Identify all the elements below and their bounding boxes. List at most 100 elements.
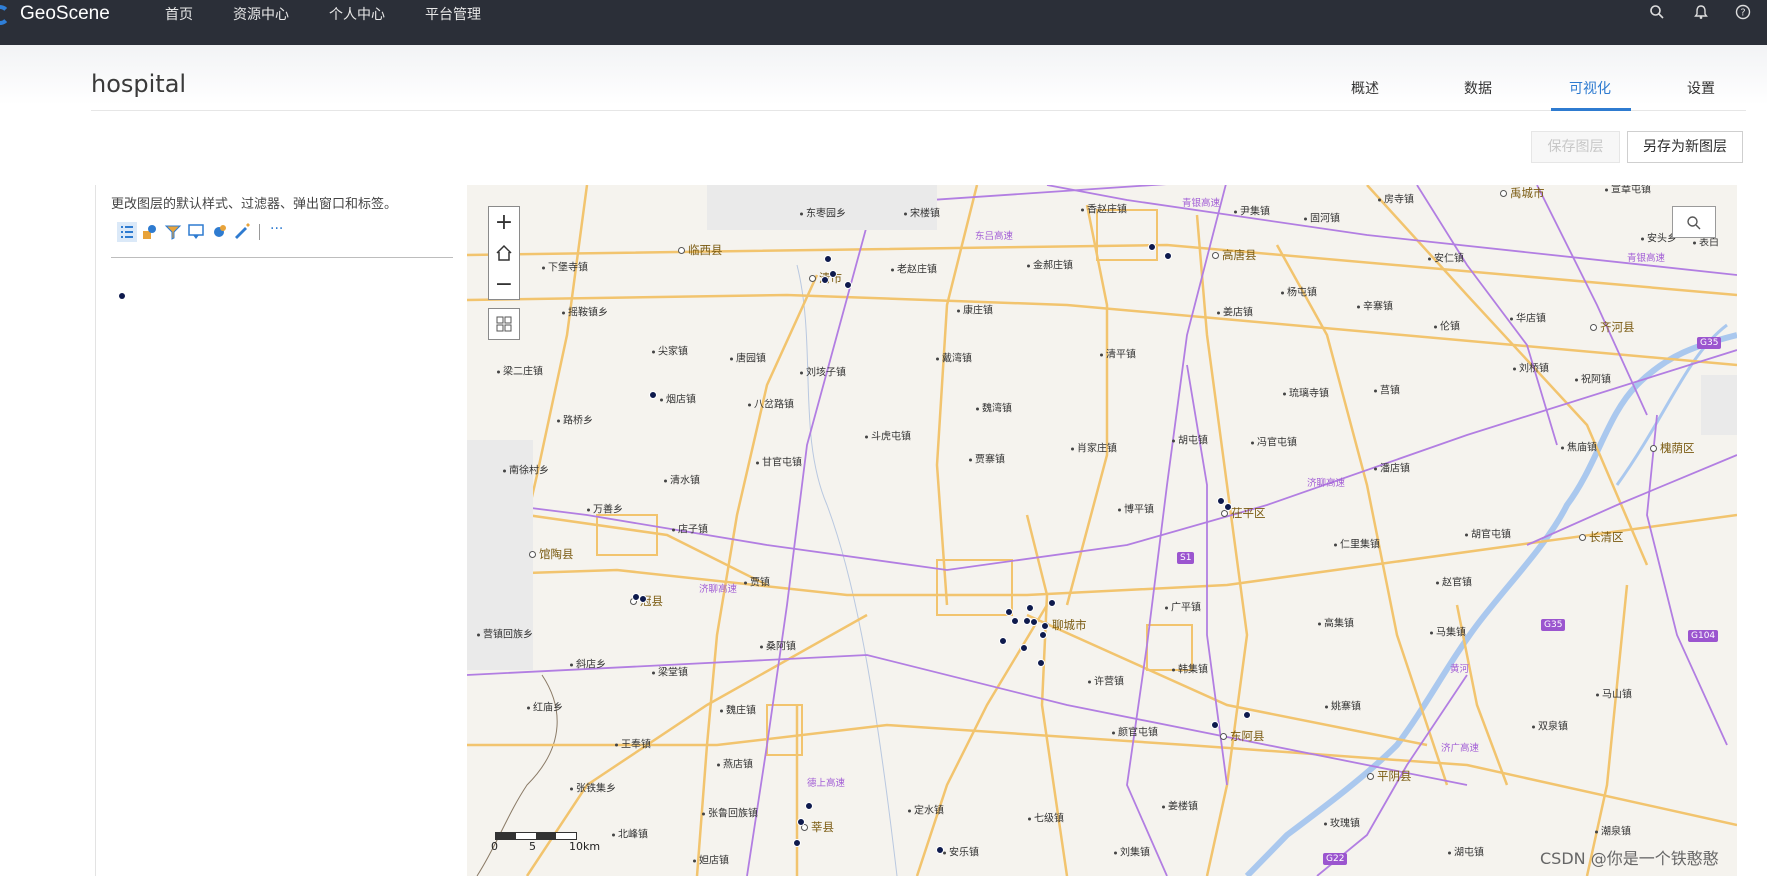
map-place-label: 杨屯镇 xyxy=(1281,284,1317,299)
hospital-point[interactable] xyxy=(805,802,813,810)
map-view[interactable]: 东枣园乡 宋楼镇 香赵庄镇 尹集镇 固河镇 房寺镇 禹城市 宣章屯镇 临西县 下堡寺镇 清市 老赵庄镇… xyxy=(467,185,1737,876)
hospital-point[interactable] xyxy=(844,281,852,289)
search-icon xyxy=(1687,216,1701,230)
search-icon[interactable] xyxy=(1649,4,1665,20)
divider xyxy=(111,257,453,258)
home-button[interactable] xyxy=(489,238,519,269)
hospital-point[interactable] xyxy=(649,391,657,399)
hospital-point[interactable] xyxy=(1011,617,1019,625)
divider xyxy=(91,110,1746,111)
map-place-label: 八岔路镇 xyxy=(748,396,794,411)
map-road-label: 济聊高速 xyxy=(1307,478,1346,489)
highway-shield: S1 xyxy=(1177,552,1195,564)
zoom-out-button[interactable]: − xyxy=(489,269,519,300)
map-place-label: 莒镇 xyxy=(1374,382,1400,397)
more-options-icon[interactable]: ··· xyxy=(270,221,283,237)
hospital-point[interactable] xyxy=(797,818,805,826)
notification-bell-icon[interactable] xyxy=(1693,4,1709,20)
hospital-point[interactable] xyxy=(821,276,829,284)
map-place-label: 双泉镇 xyxy=(1532,718,1568,733)
hospital-point[interactable] xyxy=(1211,721,1219,729)
layer-list-icon[interactable] xyxy=(117,222,137,242)
effects-icon[interactable] xyxy=(232,222,252,242)
hospital-point[interactable] xyxy=(999,637,1007,645)
hospital-point[interactable] xyxy=(1243,711,1251,719)
tab-data[interactable]: 数据 xyxy=(1464,78,1492,98)
tab-overview[interactable]: 概述 xyxy=(1351,78,1379,98)
hospital-point[interactable] xyxy=(1224,503,1232,511)
hospital-point[interactable] xyxy=(1037,659,1045,667)
hospital-point[interactable] xyxy=(1026,604,1034,612)
hospital-point[interactable] xyxy=(1164,252,1172,260)
map-place-label: 湖屯镇 xyxy=(1448,844,1484,859)
map-city-label: 禹城市 xyxy=(1500,185,1545,201)
map-place-label: 姚寨镇 xyxy=(1325,698,1361,713)
map-place-label: 桑阿镇 xyxy=(760,638,796,653)
hospital-point[interactable] xyxy=(793,839,801,847)
map-place-label: 贾镇 xyxy=(744,574,770,589)
basemap-gallery-icon xyxy=(496,316,512,332)
map-place-label: 冯官屯镇 xyxy=(1251,434,1297,449)
map-place-label: 张鲁回族镇 xyxy=(702,805,758,820)
map-place-label: 许营镇 xyxy=(1088,673,1124,688)
map-place-label: 固河镇 xyxy=(1304,210,1340,225)
hospital-point[interactable] xyxy=(829,270,837,278)
map-city-label: 东阿县 xyxy=(1220,728,1265,744)
save-as-new-layer-button[interactable]: 另存为新图层 xyxy=(1627,131,1743,163)
map-place-label: 王奉镇 xyxy=(615,736,651,751)
hospital-point[interactable] xyxy=(1030,618,1038,626)
map-place-label: 摇鞍镇乡 xyxy=(562,304,608,319)
save-layer-button[interactable]: 保存图层 xyxy=(1531,131,1620,163)
hospital-point[interactable] xyxy=(1020,644,1028,652)
hospital-point[interactable] xyxy=(1048,599,1056,607)
map-place-label: 刘垓子镇 xyxy=(800,364,846,379)
highway-shield: G35 xyxy=(1541,619,1566,631)
filter-icon[interactable] xyxy=(163,222,183,242)
map-place-label: 清平镇 xyxy=(1100,346,1136,361)
tab-visualization[interactable]: 可视化 xyxy=(1569,78,1611,98)
panel-description: 更改图层的默认样式、过滤器、弹出窗口和标签。 xyxy=(111,197,398,212)
label-icon[interactable] xyxy=(209,222,229,242)
map-city-label: 高唐县 xyxy=(1212,247,1257,263)
map-place-label: 潮泉镇 xyxy=(1595,823,1631,838)
map-place-label: 南徐村乡 xyxy=(503,462,549,477)
nav-resource-center[interactable]: 资源中心 xyxy=(233,4,289,24)
map-place-label: 香赵庄镇 xyxy=(1081,201,1127,216)
svg-text:?: ? xyxy=(1740,8,1745,19)
map-place-label: 宋楼镇 xyxy=(904,205,940,220)
map-place-label: 华店镇 xyxy=(1510,310,1546,325)
watermark: CSDN @你是一个铁憨憨 xyxy=(1540,849,1719,868)
map-place-label: 祝阿镇 xyxy=(1575,371,1611,386)
style-icon[interactable] xyxy=(140,222,160,242)
basemap-gallery-button[interactable] xyxy=(488,308,520,340)
app-brand[interactable]: GeoScene xyxy=(20,3,110,25)
map-place-label: 焦庙镇 xyxy=(1561,439,1597,454)
map-place-label: 房寺镇 xyxy=(1378,191,1414,206)
hospital-point[interactable] xyxy=(1039,631,1047,639)
map-city-label: 槐荫区 xyxy=(1650,440,1695,456)
map-search-button[interactable] xyxy=(1672,206,1716,238)
map-place-label: 清水镇 xyxy=(664,472,700,487)
map-city-label: 齐河县 xyxy=(1590,319,1635,335)
map-place-label: 博平镇 xyxy=(1118,501,1154,516)
hospital-point[interactable] xyxy=(1148,243,1156,251)
map-place-label: 斜店乡 xyxy=(570,656,606,671)
map-place-label: 马集镇 xyxy=(1430,624,1466,639)
hospital-point[interactable] xyxy=(1005,608,1013,616)
nav-home[interactable]: 首页 xyxy=(165,4,193,24)
popup-icon[interactable] xyxy=(186,222,206,242)
map-place-label: 梁堂镇 xyxy=(652,664,688,679)
help-icon[interactable]: ? xyxy=(1735,4,1751,20)
map-road-label: 青银高速 xyxy=(1182,198,1221,209)
hospital-point[interactable] xyxy=(639,595,647,603)
top-navigation-bar: GeoScene 首页 资源中心 个人中心 平台管理 ? xyxy=(0,0,1767,45)
nav-personal-center[interactable]: 个人中心 xyxy=(329,4,385,24)
scale-bar xyxy=(495,832,577,840)
hospital-point[interactable] xyxy=(1041,622,1049,630)
map-city-label: 临西县 xyxy=(678,242,723,258)
hospital-point[interactable] xyxy=(936,846,944,854)
tab-settings[interactable]: 设置 xyxy=(1687,78,1715,98)
zoom-in-button[interactable]: + xyxy=(489,207,519,238)
nav-platform-admin[interactable]: 平台管理 xyxy=(425,4,481,24)
hospital-point[interactable] xyxy=(824,255,832,263)
